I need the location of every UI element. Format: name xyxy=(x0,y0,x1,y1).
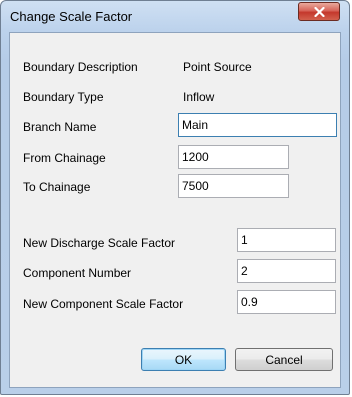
component-number-input[interactable] xyxy=(237,259,336,283)
dialog-content: Boundary Description Point Source Bounda… xyxy=(9,32,341,388)
new-discharge-scale-factor-label: New Discharge Scale Factor xyxy=(23,236,176,250)
to-chainage-label: To Chainage xyxy=(23,180,91,194)
component-number-label: Component Number xyxy=(23,266,132,280)
from-chainage-input[interactable] xyxy=(178,145,289,169)
boundary-type-value: Inflow xyxy=(183,90,215,104)
boundary-description-value: Point Source xyxy=(183,60,252,74)
from-chainage-label: From Chainage xyxy=(23,151,106,165)
boundary-type-label: Boundary Type xyxy=(23,90,104,104)
dialog-window: Change Scale Factor Boundary Description… xyxy=(0,0,350,395)
title-bar[interactable]: Change Scale Factor xyxy=(1,1,349,33)
branch-name-label: Branch Name xyxy=(23,120,97,134)
ok-button[interactable]: OK xyxy=(141,348,226,371)
new-component-scale-factor-input[interactable] xyxy=(237,290,336,314)
new-discharge-scale-factor-input[interactable] xyxy=(237,228,336,252)
boundary-description-label: Boundary Description xyxy=(23,60,138,74)
to-chainage-input[interactable] xyxy=(178,174,289,198)
close-button[interactable] xyxy=(298,2,340,21)
new-component-scale-factor-label: New Component Scale Factor xyxy=(23,297,184,311)
branch-name-input[interactable] xyxy=(178,113,337,137)
close-icon xyxy=(314,7,325,17)
cancel-button[interactable]: Cancel xyxy=(235,348,333,371)
window-title: Change Scale Factor xyxy=(10,9,133,24)
